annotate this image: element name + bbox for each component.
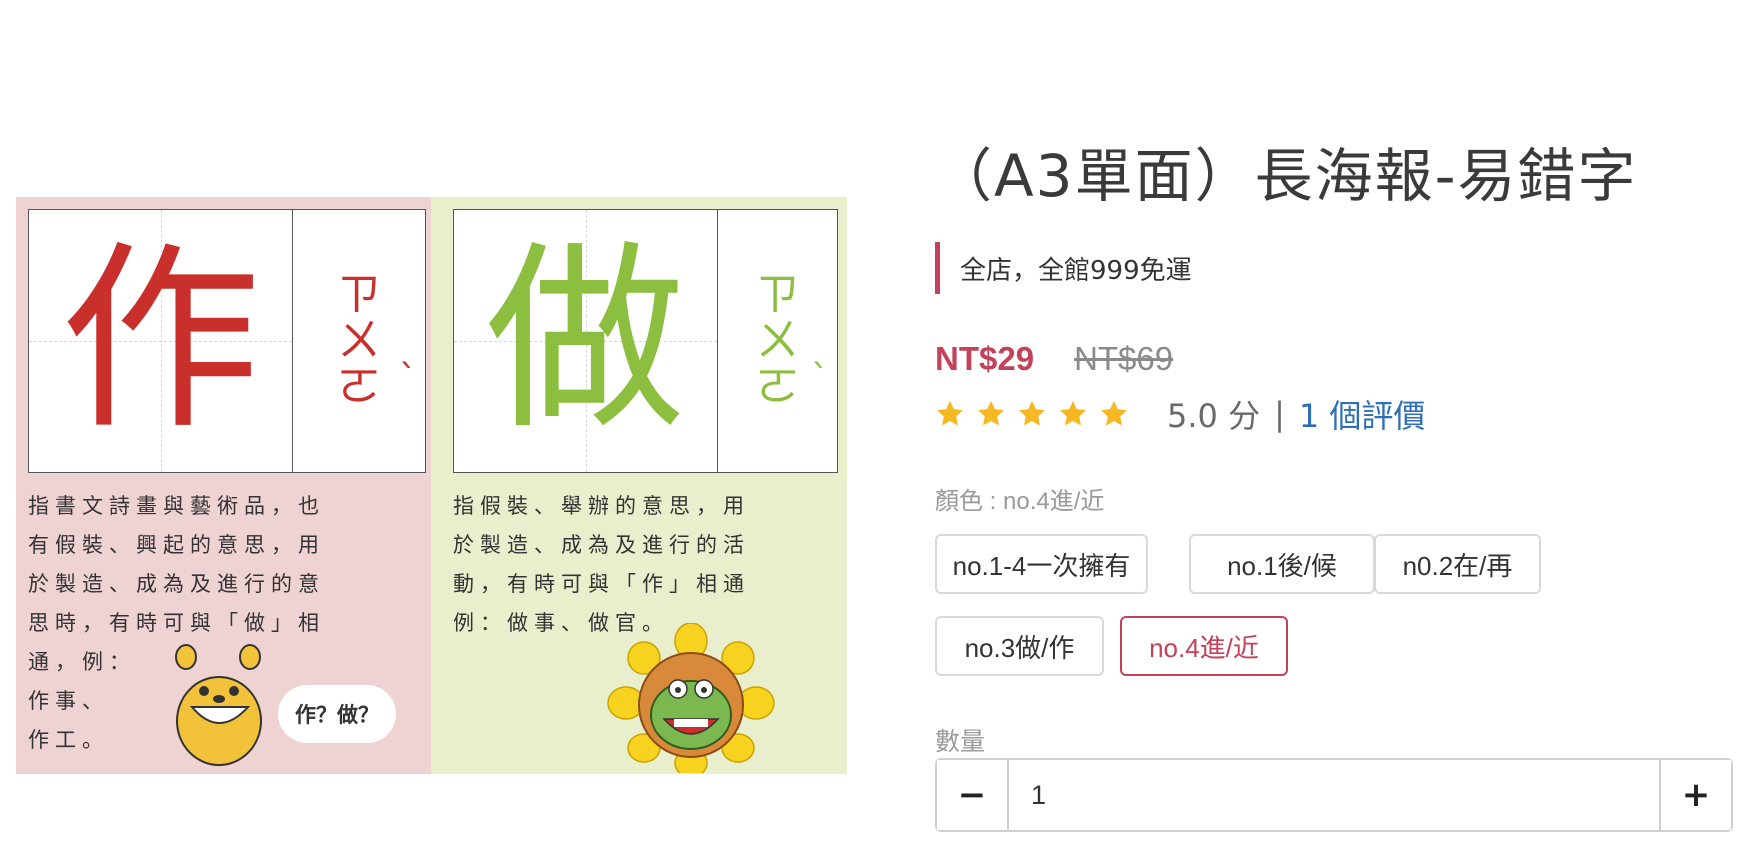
desc-line: 思時，有時可與「做」相 — [28, 611, 325, 635]
star-icon — [978, 400, 1004, 426]
quantity-label: 數量 — [935, 727, 986, 756]
speech-bubble: 作？做？ — [278, 685, 396, 743]
desc-line: 動，有時可與「作」相通 — [453, 572, 750, 596]
bear-mascot-icon — [175, 644, 262, 766]
rating-score: 5.0 分 — [1167, 397, 1261, 435]
char-box-left: 作 ㄗ ㄨ ㄛ ˋ — [28, 209, 426, 473]
zhuyin-left: ㄗ ㄨ ㄛ ˋ — [293, 210, 425, 472]
reviews-link[interactable]: 1 個評價 — [1299, 391, 1426, 437]
rating-row: 5.0 分 | 1 個評價 — [935, 391, 1426, 437]
star-icon — [937, 400, 963, 426]
zhuyin-symbol: ㄗ — [337, 268, 381, 320]
zhuyin-right: ㄗ ㄨ ㄛ ˋ — [718, 210, 837, 472]
sunflower-mascot-icon — [607, 623, 775, 773]
quantity-stepper: − + — [935, 758, 1733, 832]
zhuyin-symbol: ㄛ — [337, 361, 381, 413]
desc-line: 於製造、成為及進行的意 — [28, 572, 325, 596]
promo-banner: 全店，全館999免運 — [935, 242, 1192, 294]
product-title: （A3單面）長海報-易錯字 — [934, 141, 1638, 210]
original-price: NT$69 — [1074, 340, 1174, 377]
variant-option-4[interactable]: no.4進/近 — [1120, 616, 1288, 676]
zhuyin-tone: ˋ — [399, 358, 417, 399]
decrease-quantity-button[interactable]: − — [937, 760, 1009, 830]
zhuyin-symbol: ㄛ — [755, 361, 800, 413]
increase-quantity-button[interactable]: + — [1659, 760, 1731, 830]
product-page: 作 ㄗ ㄨ ㄛ ˋ 指書文詩畫與藝術品，也 有假裝、興起的意思，用 於製造、成為… — [0, 0, 1746, 866]
color-label: 顏色 : no.4進/近 — [935, 488, 1105, 515]
big-char-left: 作 — [60, 224, 261, 457]
variant-option-2[interactable]: n0.2在/再 — [1374, 534, 1541, 594]
star-icon — [1101, 400, 1127, 426]
quantity-input[interactable] — [1009, 760, 1659, 830]
desc-line: 有假裝、興起的意思，用 — [28, 533, 325, 557]
star-rating — [935, 399, 1129, 429]
variant-option-3[interactable]: no.3做/作 — [935, 616, 1104, 676]
price-row: NT$29 NT$69 — [935, 340, 1173, 378]
star-icon — [1019, 400, 1045, 426]
star-icon — [1060, 400, 1086, 426]
poster-left-half: 作 ㄗ ㄨ ㄛ ˋ 指書文詩畫與藝術品，也 有假裝、興起的意思，用 於製造、成為… — [16, 197, 431, 774]
product-image[interactable]: 作 ㄗ ㄨ ㄛ ˋ 指書文詩畫與藝術品，也 有假裝、興起的意思，用 於製造、成為… — [16, 197, 847, 774]
rating-separator: | — [1274, 395, 1285, 433]
desc-line: 指假裝、舉辦的意思，用 — [453, 494, 750, 518]
zhuyin-symbol: ㄨ — [755, 314, 800, 366]
desc-line: 指書文詩畫與藝術品，也 — [28, 494, 325, 518]
variant-option-1-4[interactable]: no.1-4一次擁有 — [935, 534, 1148, 594]
big-char-right: 做 — [485, 224, 686, 457]
variant-option-1[interactable]: no.1後/候 — [1189, 534, 1375, 594]
char-box-right: 做 ㄗ ㄨ ㄛ ˋ — [453, 209, 838, 473]
desc-right: 指假裝、舉辦的意思，用 於製造、成為及進行的活 動，有時可與「作」相通 例：做事… — [453, 487, 838, 643]
char-square-left: 作 — [29, 210, 293, 472]
zhuyin-tone: ˋ — [811, 358, 829, 399]
char-square-right: 做 — [454, 210, 718, 472]
zhuyin-symbol: ㄨ — [337, 314, 381, 366]
desc-line: 於製造、成為及進行的活 — [453, 533, 750, 557]
sale-price: NT$29 — [935, 340, 1035, 377]
zhuyin-symbol: ㄗ — [755, 268, 800, 320]
